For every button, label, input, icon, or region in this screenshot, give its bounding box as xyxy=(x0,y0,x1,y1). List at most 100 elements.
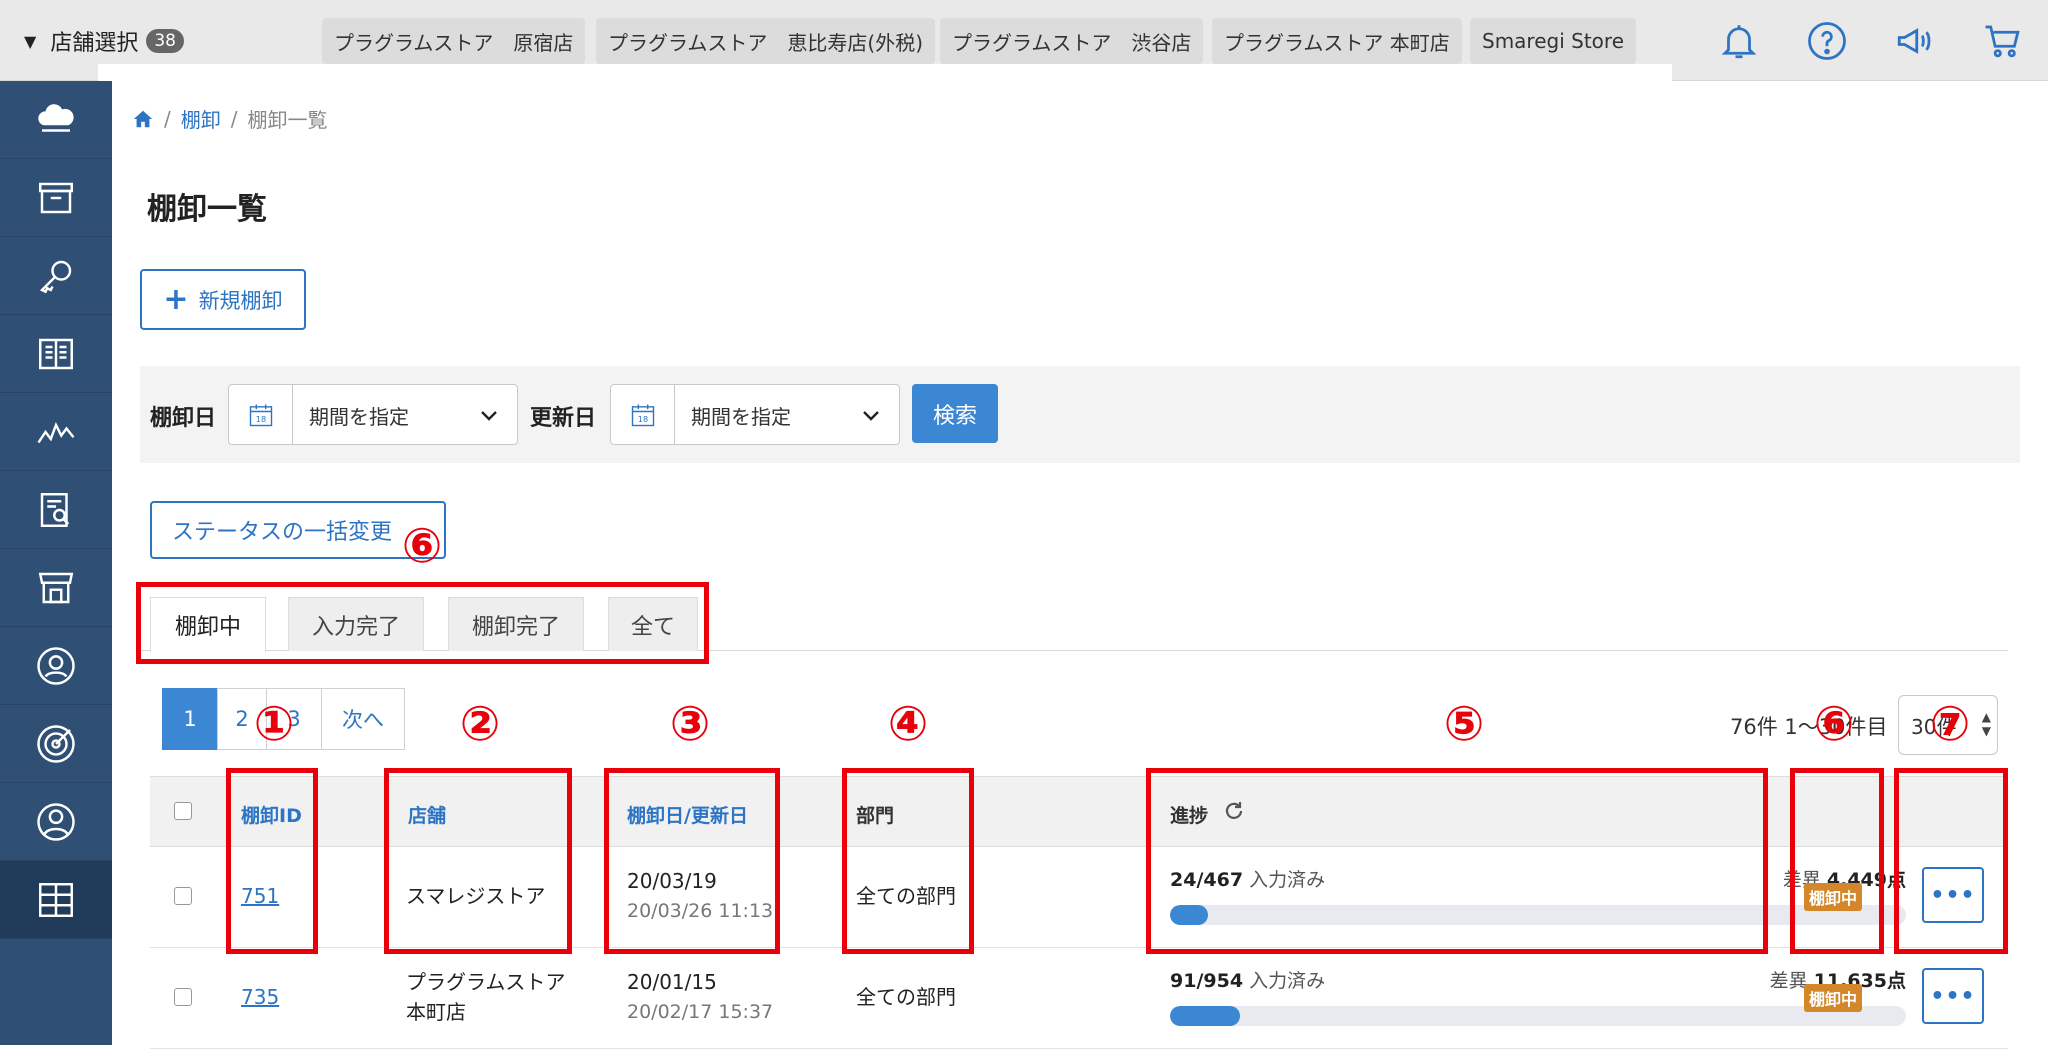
status-badge: 棚卸中 xyxy=(1804,984,1863,1012)
row-diff-label: 差異 xyxy=(1769,970,1808,992)
annotation-box-date xyxy=(604,768,780,954)
sidebar-item-book[interactable] xyxy=(0,315,112,393)
top-bar-divider xyxy=(98,64,1672,81)
help-icon[interactable] xyxy=(1804,18,1850,64)
select-arrows-icon: ▲ ▼ xyxy=(1981,710,1991,738)
target-icon xyxy=(37,724,75,763)
user-icon xyxy=(37,802,75,841)
row-checkbox[interactable] xyxy=(174,887,192,905)
chevron-down-icon xyxy=(481,411,497,421)
sidebar-item-store[interactable] xyxy=(0,549,112,627)
filter-area: 棚卸日 18 期間を指定 更新日 18 期間を指定 xyxy=(140,366,2020,463)
annotation-box-progress xyxy=(1146,768,1768,954)
store-select[interactable]: ▼ 店舗選択 38 xyxy=(24,24,184,58)
chevron-down-icon xyxy=(863,411,879,421)
annotation-number: ② xyxy=(459,696,501,752)
bell-icon[interactable] xyxy=(1716,18,1762,64)
search-button[interactable]: 検索 xyxy=(912,384,998,443)
megaphone-icon[interactable] xyxy=(1892,18,1938,64)
annotation-box-store xyxy=(384,768,572,954)
row-diff: 差異 11,635点 xyxy=(1630,966,1906,993)
annotation-box-tabs xyxy=(136,582,709,664)
page-title: 棚卸一覧 xyxy=(147,192,267,227)
sidebar-item-user[interactable] xyxy=(0,783,112,861)
more-button[interactable]: ••• xyxy=(1922,968,1984,1024)
breadcrumb-current: 棚卸一覧 xyxy=(247,108,328,132)
store-tab-shibuya[interactable]: プラグラムストア 渋谷店 xyxy=(940,18,1204,64)
member-icon xyxy=(37,646,75,685)
top-bar: ▼ 店舗選択 38 プラグラムストア 原宿店 プラグラムストア 恵比寿店(外税)… xyxy=(0,0,2048,81)
key-icon xyxy=(39,260,72,293)
annotation-number: ⑤ xyxy=(1443,696,1485,752)
row-progress-text: 91/954 入力済み xyxy=(1170,966,1325,993)
sidebar-item-member[interactable] xyxy=(0,627,112,705)
breadcrumb: / 棚卸 / 棚卸一覧 xyxy=(132,104,328,133)
next-page-button[interactable]: 次へ xyxy=(321,688,405,750)
plus-icon: + xyxy=(163,282,189,317)
store-icon xyxy=(38,572,74,603)
calendar-icon: 18 xyxy=(229,385,293,444)
row-updated: 20/02/17 15:37 xyxy=(627,1001,774,1023)
annotation-number: ⑥ xyxy=(1813,696,1855,752)
annotation-box-dept xyxy=(842,768,974,954)
book-icon xyxy=(39,338,73,369)
sidebar-item-inventory[interactable] xyxy=(0,861,112,939)
sidebar xyxy=(0,81,112,1045)
store-select-label: 店舗選択 xyxy=(50,31,139,56)
breadcrumb-inventory[interactable]: 棚卸 xyxy=(181,104,221,133)
row-date: 20/01/15 xyxy=(627,970,717,994)
inventory-icon xyxy=(39,882,73,917)
annotation-number: ⑦ xyxy=(1929,696,1971,752)
report-icon xyxy=(40,492,70,527)
annotation-box-id xyxy=(226,768,318,954)
annotation-box-actions xyxy=(1894,768,2008,954)
svg-text:18: 18 xyxy=(255,414,265,424)
store-tab-honmachi[interactable]: プラグラムストア 本町店 xyxy=(1212,18,1462,64)
sidebar-item-chart[interactable] xyxy=(0,393,112,471)
row-id-link[interactable]: 735 xyxy=(241,982,279,1012)
page-1[interactable]: 1 xyxy=(162,688,218,750)
row-progress-fill xyxy=(1170,1006,1240,1026)
annotation-number: ③ xyxy=(669,696,711,752)
svg-text:18: 18 xyxy=(637,414,647,424)
updated-date-select[interactable]: 18 期間を指定 xyxy=(610,384,900,445)
row-progress-count: 91/954 xyxy=(1170,970,1244,992)
sidebar-item-target[interactable] xyxy=(0,705,112,783)
cloud-icon xyxy=(38,103,74,132)
select-all-checkbox[interactable] xyxy=(174,802,192,820)
annotation-number: ④ xyxy=(887,696,929,752)
updated-date-value: 期間を指定 xyxy=(691,405,791,429)
new-inventory-label: 新規棚卸 xyxy=(198,288,283,313)
row-progress-bar xyxy=(1170,1006,1906,1026)
row-checkbox[interactable] xyxy=(174,988,192,1006)
inventory-date-label: 棚卸日 xyxy=(150,406,217,431)
breadcrumb-separator: / xyxy=(164,106,171,131)
row-store: プラグラムストア xyxy=(406,970,566,994)
row-dept: 全ての部門 xyxy=(856,985,956,1009)
home-icon[interactable] xyxy=(132,108,154,130)
annotation-number: ⑥ xyxy=(401,518,443,574)
store-tab-smaregi[interactable]: Smaregi Store xyxy=(1470,18,1636,64)
sidebar-item-box[interactable] xyxy=(0,159,112,237)
breadcrumb-separator: / xyxy=(230,106,238,131)
annotation-box-status xyxy=(1790,768,1884,954)
line-chart-icon xyxy=(37,421,75,443)
sidebar-item-report[interactable] xyxy=(0,471,112,549)
box-icon xyxy=(39,182,73,213)
updated-date-label: 更新日 xyxy=(530,406,597,431)
cart-icon[interactable] xyxy=(1980,18,2026,64)
row-progress-label: 入力済み xyxy=(1249,970,1326,992)
annotation-number: ① xyxy=(253,696,295,752)
calendar-icon: 18 xyxy=(611,385,675,444)
sidebar-item-cloud[interactable] xyxy=(0,81,112,159)
row-store-line2: 本町店 xyxy=(406,1000,466,1024)
inventory-date-select[interactable]: 18 期間を指定 xyxy=(228,384,518,445)
sidebar-item-key[interactable] xyxy=(0,237,112,315)
new-inventory-button[interactable]: + 新規棚卸 xyxy=(140,269,306,330)
store-tab-harajuku[interactable]: プラグラムストア 原宿店 xyxy=(322,18,586,64)
caret-down-icon: ▼ xyxy=(24,31,37,51)
table-row: 735 プラグラムストア 本町店 20/01/15 20/02/17 15:37… xyxy=(150,948,2008,1049)
store-count-badge: 38 xyxy=(146,29,184,53)
store-tab-ebisu[interactable]: プラグラムストア 恵比寿店(外税) xyxy=(596,18,936,64)
inventory-date-value: 期間を指定 xyxy=(309,405,409,429)
